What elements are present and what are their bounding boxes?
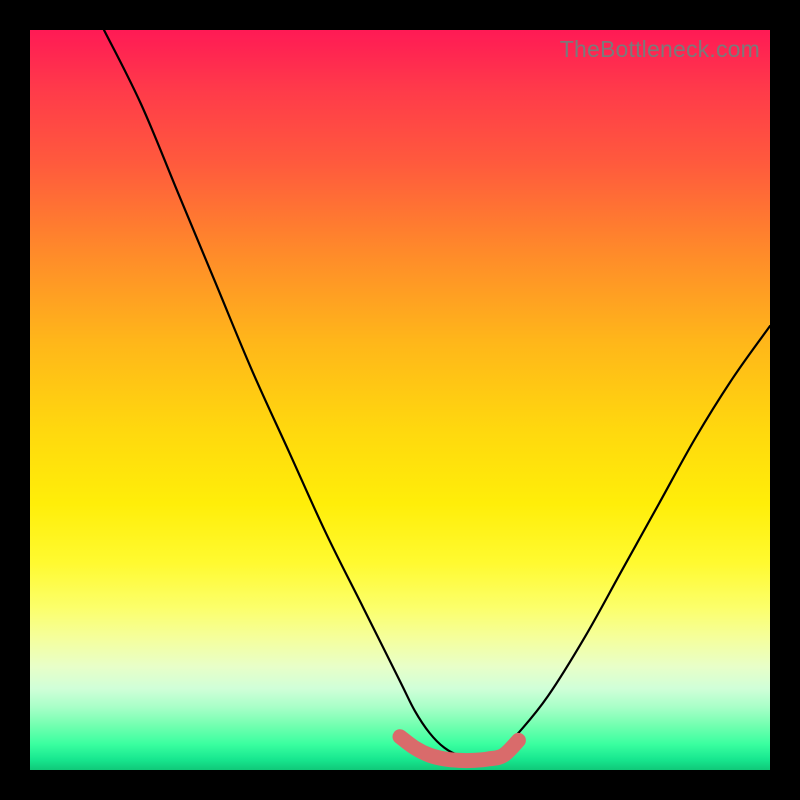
bottom-band-path <box>400 737 518 761</box>
curve-path <box>104 30 770 756</box>
chart-frame: TheBottleneck.com <box>0 0 800 800</box>
chart-svg <box>30 30 770 770</box>
plot-area: TheBottleneck.com <box>30 30 770 770</box>
